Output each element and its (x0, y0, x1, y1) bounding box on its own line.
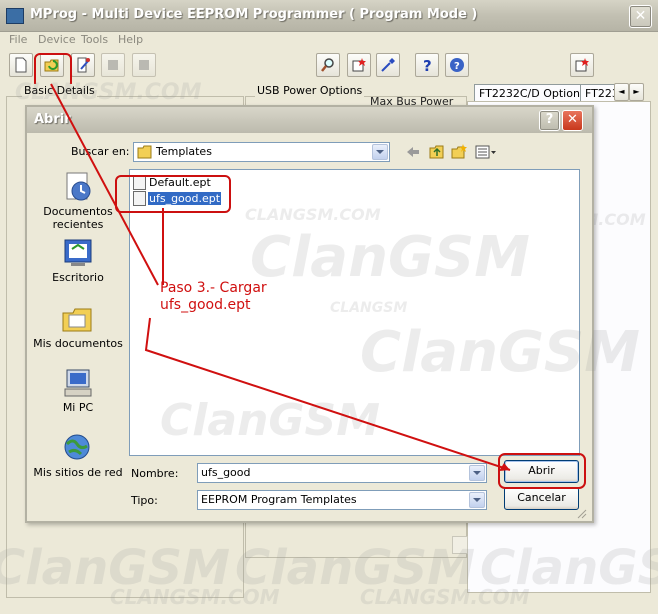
help-icon: ? (423, 57, 432, 73)
program-button[interactable] (347, 53, 371, 77)
dialog-titlebar[interactable]: Abrir ? ✕ (27, 107, 592, 133)
filename-label: Nombre: (131, 467, 179, 480)
filetype-select[interactable]: EEPROM Program Templates (197, 490, 487, 510)
new-folder-icon[interactable] (451, 144, 467, 160)
place-label: Mis documentos (33, 337, 123, 350)
main-titlebar[interactable]: MProg - Multi Device EEPROM Programmer (… (0, 0, 658, 32)
help-button[interactable]: ? (415, 53, 439, 77)
svg-text:?: ? (454, 61, 460, 72)
menu-tools[interactable]: Tools (81, 33, 108, 46)
menu-file[interactable]: File (9, 33, 27, 46)
desktop-icon (64, 239, 92, 266)
basic-details-label: Basic Details (22, 84, 97, 97)
folder-icon (137, 145, 152, 159)
menu-device[interactable]: Device (38, 33, 76, 46)
probe-button[interactable] (376, 53, 400, 77)
filetype-label: Tipo: (131, 494, 158, 507)
disabled-button[interactable] (101, 53, 125, 77)
place-my-computer[interactable]: Mi PC (28, 367, 128, 414)
probe-icon (381, 58, 395, 72)
network-places-icon (64, 434, 90, 460)
look-in-value: Templates (156, 145, 212, 158)
place-network[interactable]: Mis sitios de red (28, 432, 128, 479)
view-menu-icon[interactable] (475, 144, 497, 160)
dialog-title: Abrir (34, 112, 71, 127)
disabled-button[interactable] (132, 53, 156, 77)
resize-grip-icon[interactable] (575, 507, 587, 519)
info-button[interactable]: ? (445, 53, 469, 77)
open-button-highlight (498, 453, 586, 489)
filename-value: ufs_good (201, 466, 251, 479)
place-desktop[interactable]: Escritorio (28, 237, 128, 284)
selected-file-highlight (115, 175, 231, 213)
disabled-icon (108, 60, 118, 70)
open-file-dialog: Abrir ? ✕ Buscar en: Templates Documento… (25, 105, 594, 523)
new-file-button[interactable] (9, 53, 33, 77)
place-label: Mis sitios de red (33, 466, 123, 479)
place-recent-documents[interactable]: Documentos recientes (28, 171, 128, 231)
chevron-down-icon[interactable] (469, 465, 485, 481)
place-label: Escritorio (52, 271, 104, 284)
search-icon (321, 58, 334, 72)
program-icon (352, 58, 366, 72)
dialog-help-button[interactable]: ? (539, 110, 560, 131)
menu-help[interactable]: Help (118, 33, 143, 46)
menubar: File Device Tools Help (0, 31, 658, 49)
settings-icon (575, 58, 589, 72)
settings-button[interactable] (570, 53, 594, 77)
place-my-documents[interactable]: Mis documentos (28, 303, 128, 350)
scroll-arrow-button[interactable] (452, 536, 468, 554)
look-in-combo[interactable]: Templates (133, 142, 390, 162)
filetype-value: EEPROM Program Templates (201, 493, 357, 506)
filename-input[interactable]: ufs_good (197, 463, 487, 483)
tab-scroll-left-button[interactable]: ◄ (614, 83, 629, 101)
svg-text:?: ? (423, 57, 432, 73)
my-computer-icon (64, 369, 92, 397)
place-label: Mi PC (62, 401, 94, 414)
new-file-icon (15, 57, 27, 73)
tab-scroll-right-button[interactable]: ► (629, 83, 644, 101)
recent-documents-icon (66, 172, 91, 201)
place-label: Documentos recientes (43, 205, 113, 231)
back-arrow-icon[interactable] (405, 144, 421, 160)
dialog-close-button[interactable]: ✕ (562, 110, 583, 131)
cancel-button[interactable]: Cancelar (504, 487, 579, 510)
annotation-text: Paso 3.- Cargar ufs_good.ept (160, 280, 267, 313)
search-button[interactable] (316, 53, 340, 77)
close-button[interactable]: ✕ (629, 5, 652, 28)
app-icon (6, 8, 24, 24)
up-folder-icon[interactable] (429, 144, 445, 160)
edit-icon (77, 57, 90, 73)
edit-button[interactable] (71, 53, 95, 77)
chevron-down-icon[interactable] (469, 492, 485, 508)
chevron-down-icon[interactable] (372, 144, 388, 160)
usb-power-options-label: USB Power Options (255, 84, 365, 97)
dialog-toolbar (405, 142, 505, 162)
toolbar: ? ? (0, 50, 658, 82)
look-in-label: Buscar en: (71, 145, 130, 158)
disabled-icon (139, 60, 149, 70)
my-documents-icon (62, 308, 92, 332)
window-title: MProg - Multi Device EEPROM Programmer (… (30, 7, 478, 22)
info-icon: ? (450, 58, 464, 72)
